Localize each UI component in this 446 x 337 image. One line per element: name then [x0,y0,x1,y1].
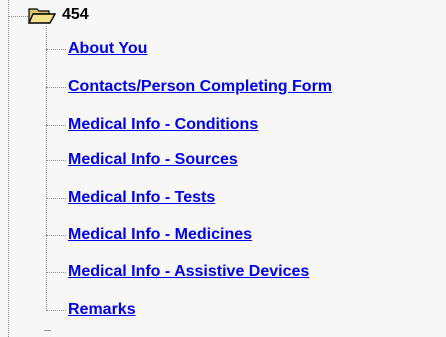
tree-root-label[interactable]: 454 [62,4,89,26]
tree-connector-root [8,16,28,17]
tree-connector-item [46,198,66,199]
open-folder-icon[interactable] [27,6,57,26]
tree-connector-item [46,87,66,88]
tree-connector-item [46,235,66,236]
tree-link-remarks[interactable]: Remarks [68,300,136,320]
tree-connector-item [46,160,66,161]
tree-connector-item [46,125,66,126]
tree-collapsed-node-marker [44,330,51,331]
tree-connector-item [46,272,66,273]
tree-link-about-you[interactable]: About You [68,39,147,59]
tree-link-contacts[interactable]: Contacts/Person Completing Form [68,77,332,97]
tree-link-medical-tests[interactable]: Medical Info - Tests [68,188,215,208]
tree-connector-outer [8,0,9,337]
tree-link-medical-conditions[interactable]: Medical Info - Conditions [68,115,258,135]
tree-connector-item [46,49,66,50]
tree-panel: 454 About You Contacts/Person Completing… [0,0,446,337]
tree-connector-item [46,310,66,311]
tree-link-medical-medicines[interactable]: Medical Info - Medicines [68,225,252,245]
tree-link-medical-sources[interactable]: Medical Info - Sources [68,150,238,170]
tree-connector-inner [46,26,47,311]
tree-link-medical-assistive-devices[interactable]: Medical Info - Assistive Devices [68,262,309,282]
